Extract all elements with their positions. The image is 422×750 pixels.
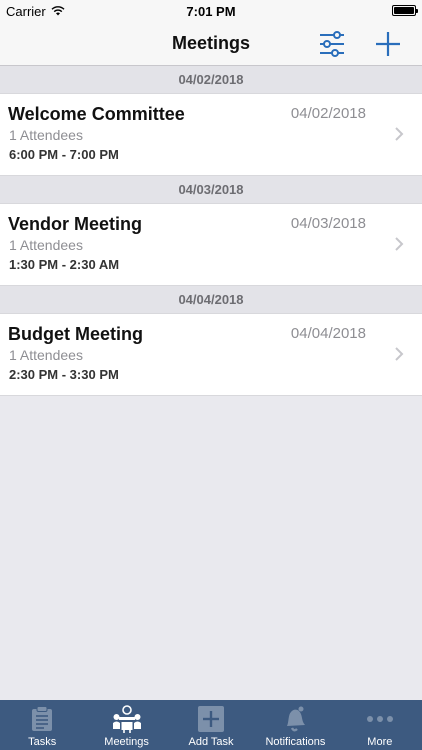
- meeting-title: Budget Meeting: [8, 324, 143, 344]
- chevron-right-icon: [395, 127, 404, 141]
- tab-label: More: [367, 736, 393, 748]
- tab-notifications[interactable]: Notifications: [253, 700, 337, 750]
- meeting-row[interactable]: Budget Meeting 04/04/2018 1 Attendees 2:…: [0, 314, 422, 396]
- section-header: 04/03/2018: [0, 176, 422, 204]
- sliders-icon: [320, 31, 344, 57]
- meeting-row[interactable]: Welcome Committee 04/02/2018 1 Attendees…: [0, 94, 422, 176]
- add-task-icon: [198, 704, 225, 734]
- tab-add-task[interactable]: Add Task: [169, 700, 253, 750]
- tab-bar: Tasks Meetings Add Task Notifications Mo…: [0, 700, 422, 750]
- bell-icon: [282, 704, 308, 734]
- section-header: 04/04/2018: [0, 286, 422, 314]
- meeting-attendees: 1 Attendees: [9, 127, 83, 143]
- meeting-title: Vendor Meeting: [8, 214, 143, 234]
- meeting-time: 1:30 PM - 2:30 AM: [9, 257, 120, 272]
- status-bar: Carrier 7:01 PM: [0, 0, 422, 22]
- tab-label: Notifications: [265, 736, 326, 748]
- chevron-right-icon: [395, 347, 404, 361]
- filter-button[interactable]: [316, 28, 348, 60]
- meeting-title: Welcome Committee: [8, 104, 185, 124]
- tab-label: Meetings: [104, 736, 149, 748]
- meetings-list: 04/02/2018 Welcome Committee 04/02/2018 …: [0, 66, 422, 396]
- meeting-attendees: 1 Attendees: [9, 347, 83, 363]
- tab-label: Tasks: [28, 736, 57, 748]
- meeting-date: 04/02/2018: [290, 105, 366, 122]
- section-header: 04/02/2018: [0, 66, 422, 94]
- meeting-attendees: 1 Attendees: [9, 237, 83, 253]
- tab-more[interactable]: More: [338, 700, 422, 750]
- tab-tasks[interactable]: Tasks: [0, 700, 84, 750]
- chevron-right-icon: [395, 237, 404, 251]
- meeting-icon: [112, 704, 142, 734]
- status-time: 7:01 PM: [186, 4, 236, 19]
- tab-label: Add Task: [188, 736, 234, 748]
- plus-icon: [376, 32, 400, 56]
- meeting-row[interactable]: Vendor Meeting 04/03/2018 1 Attendees 1:…: [0, 204, 422, 286]
- tab-meetings[interactable]: Meetings: [84, 700, 168, 750]
- clipboard-icon: [31, 704, 53, 734]
- meeting-time: 6:00 PM - 7:00 PM: [9, 147, 119, 162]
- page-title: Meetings: [171, 33, 250, 53]
- meeting-time: 2:30 PM - 3:30 PM: [9, 367, 119, 382]
- more-icon: [366, 704, 394, 734]
- meeting-date: 04/04/2018: [290, 325, 366, 342]
- add-meeting-button[interactable]: [372, 28, 404, 60]
- meeting-date: 04/03/2018: [290, 215, 366, 232]
- battery-icon: [392, 5, 418, 16]
- navigation-bar: Meetings: [0, 22, 422, 66]
